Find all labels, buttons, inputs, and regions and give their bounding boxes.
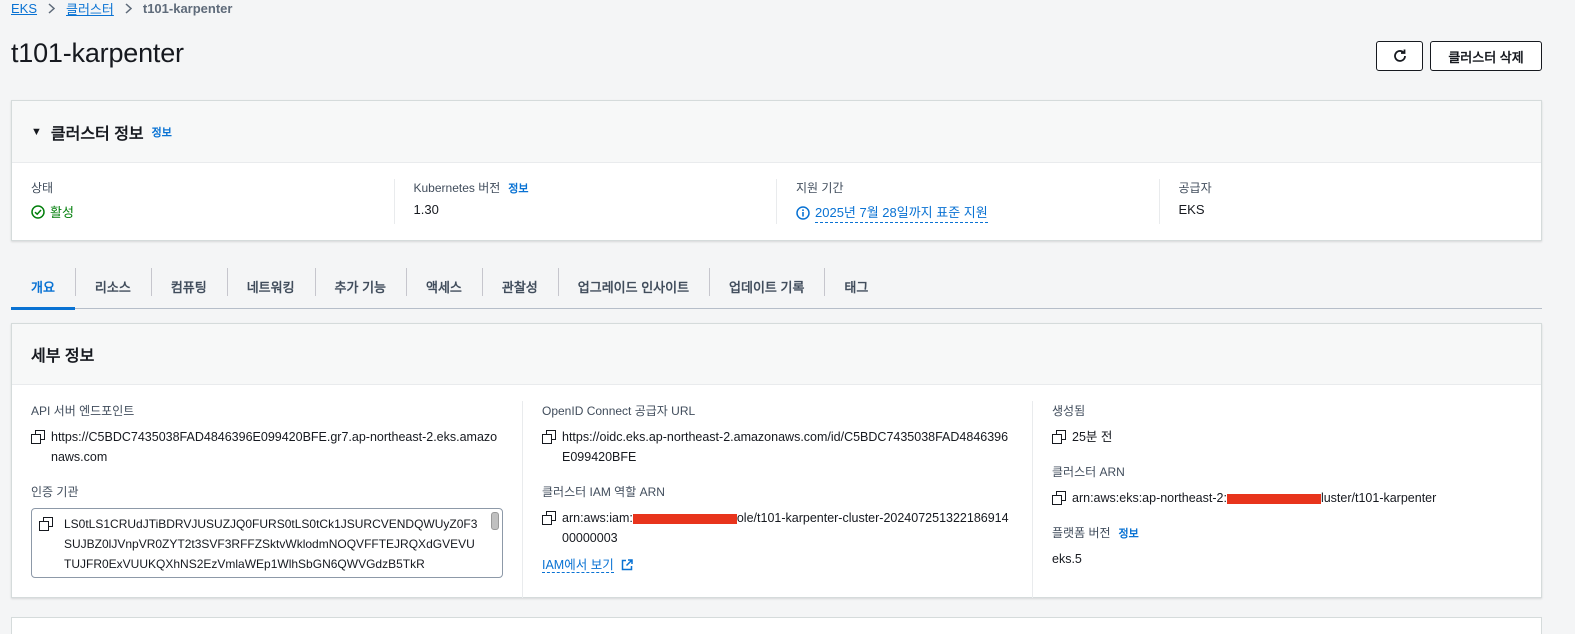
chevron-right-icon (125, 2, 132, 14)
iam-role-field: 클러스터 IAM 역할 ARN arn:aws:iam: ole/t101-kar… (542, 483, 1013, 573)
next-card (11, 617, 1542, 634)
tab-networking[interactable]: 네트워킹 (226, 265, 315, 308)
copy-icon[interactable] (542, 430, 556, 444)
oidc-field: OpenID Connect 공급자 URL https://oidc.eks.… (542, 402, 1013, 467)
tab-compute[interactable]: 컴퓨팅 (150, 265, 227, 308)
view-in-iam-link[interactable]: IAM에서 보기 (542, 558, 614, 573)
created-label: 생성됨 (1052, 404, 1086, 418)
copy-icon[interactable] (31, 430, 45, 444)
k8s-version-info-link[interactable]: 정보 (508, 180, 528, 196)
iam-role-label: 클러스터 IAM 역할 ARN (542, 485, 665, 499)
external-link-icon (621, 559, 633, 571)
provider-value: EKS (1178, 202, 1205, 217)
breadcrumb-current: t101-karpenter (142, 0, 233, 16)
breadcrumb: EKS 클러스터 t101-karpenter (11, 0, 233, 18)
info-circle-icon (796, 205, 810, 220)
cert-authority-textarea[interactable]: LS0tLS1CRUdJTiBDRVJUSUZJQ0FURS0tLS0tCk1J… (31, 508, 503, 578)
check-circle-icon (31, 204, 45, 219)
api-endpoint-value: https://C5BDC7435038FAD4846396E099420BFE… (51, 430, 498, 464)
details-title: 세부 정보 (31, 348, 95, 365)
tab-add-ons[interactable]: 추가 기능 (314, 265, 406, 308)
redaction-bar (632, 513, 737, 524)
cert-authority-label: 인증 기관 (31, 485, 79, 499)
details-card: 세부 정보 API 서버 엔드포인트 https://C5BDC7435038F… (11, 323, 1542, 598)
support-label: 지원 기간 (796, 181, 844, 195)
refresh-icon (1393, 49, 1406, 62)
tab-observability[interactable]: 관찰성 (481, 265, 558, 308)
cert-authority-field: 인증 기관 LS0tLS1CRUdJTiBDRVJUSUZJQ0FURS0tLS… (31, 483, 503, 578)
cluster-info-title: 클러스터 정보 (50, 125, 144, 143)
delete-cluster-button[interactable]: 클러스터 삭제 (1430, 41, 1542, 71)
cluster-arn-value: arn:aws:eks:ap-northeast-2: luster/t101-k… (1072, 491, 1437, 505)
cluster-arn-field: 클러스터 ARN arn:aws:eks:ap-northeast-2: lust… (1052, 463, 1522, 508)
copy-icon[interactable] (1052, 430, 1066, 444)
cluster-info-card: ▼ 클러스터 정보 정보 상태 활성 Kubernetes 버전 정보 1.30… (11, 100, 1542, 241)
k8s-version-label: Kubernetes 버전 (413, 181, 501, 195)
chevron-right-icon (48, 2, 56, 14)
tab-upgrade-insights[interactable]: 업그레이드 인사이트 (557, 265, 709, 308)
platform-version-info-link[interactable]: 정보 (1119, 525, 1139, 541)
cluster-info-info-link[interactable]: 정보 (152, 124, 172, 140)
tab-update-history[interactable]: 업데이트 기록 (709, 265, 824, 308)
k8s-version-value: 1.30 (413, 202, 439, 217)
scrollbar[interactable] (491, 512, 499, 530)
platform-version-field: 플랫폼 버전 정보 eks.5 (1052, 524, 1522, 569)
support-period-link[interactable]: 2025년 7월 28일까지 표준 지원 (815, 202, 988, 223)
oidc-label: OpenID Connect 공급자 URL (542, 404, 696, 418)
provider-field: 공급자 EKS (1158, 179, 1542, 224)
tab-bar: 개요 리소스 컴퓨팅 네트워킹 추가 기능 액세스 관찰성 업그레이드 인사이트… (11, 265, 1542, 310)
provider-label: 공급자 (1178, 181, 1212, 195)
created-value: 25분 전 (1072, 430, 1113, 444)
status-field: 상태 활성 (12, 179, 394, 224)
cluster-info-header[interactable]: ▼ 클러스터 정보 정보 (12, 101, 1541, 163)
breadcrumb-eks[interactable]: EKS (11, 1, 37, 16)
api-endpoint-label: API 서버 엔드포인트 (31, 404, 135, 418)
created-field: 생성됨 25분 전 (1052, 402, 1522, 447)
support-field: 지원 기간 2025년 7월 28일까지 표준 지원 (776, 179, 1159, 224)
redaction-bar (1226, 493, 1321, 504)
tab-tags[interactable]: 태그 (824, 265, 888, 308)
copy-icon[interactable] (1052, 491, 1066, 505)
iam-role-value: arn:aws:iam: ole/t101-karpenter-cluster-2… (562, 511, 1009, 545)
caret-down-icon[interactable]: ▼ (31, 126, 42, 138)
status-value: 활성 (50, 205, 74, 220)
platform-version-label: 플랫폼 버전 (1052, 526, 1111, 540)
refresh-button[interactable] (1376, 41, 1423, 71)
status-label: 상태 (31, 181, 54, 195)
platform-version-value: eks.5 (1052, 552, 1082, 566)
copy-icon[interactable] (542, 511, 556, 525)
k8s-version-field: Kubernetes 버전 정보 1.30 (393, 179, 777, 224)
oidc-value: https://oidc.eks.ap-northeast-2.amazonaw… (562, 430, 1009, 464)
breadcrumb-clusters[interactable]: 클러스터 (66, 0, 114, 18)
cert-authority-value: LS0tLS1CRUdJTiBDRVJUSUZJQ0FURS0tLS0tCk1J… (64, 517, 478, 571)
cluster-arn-label: 클러스터 ARN (1052, 465, 1125, 479)
tab-overview[interactable]: 개요 (11, 265, 75, 310)
tab-access[interactable]: 액세스 (406, 265, 482, 308)
page-title: t101-karpenter (11, 38, 184, 68)
api-endpoint-field: API 서버 엔드포인트 https://C5BDC7435038FAD4846… (31, 402, 503, 467)
tab-resources[interactable]: 리소스 (74, 265, 151, 308)
